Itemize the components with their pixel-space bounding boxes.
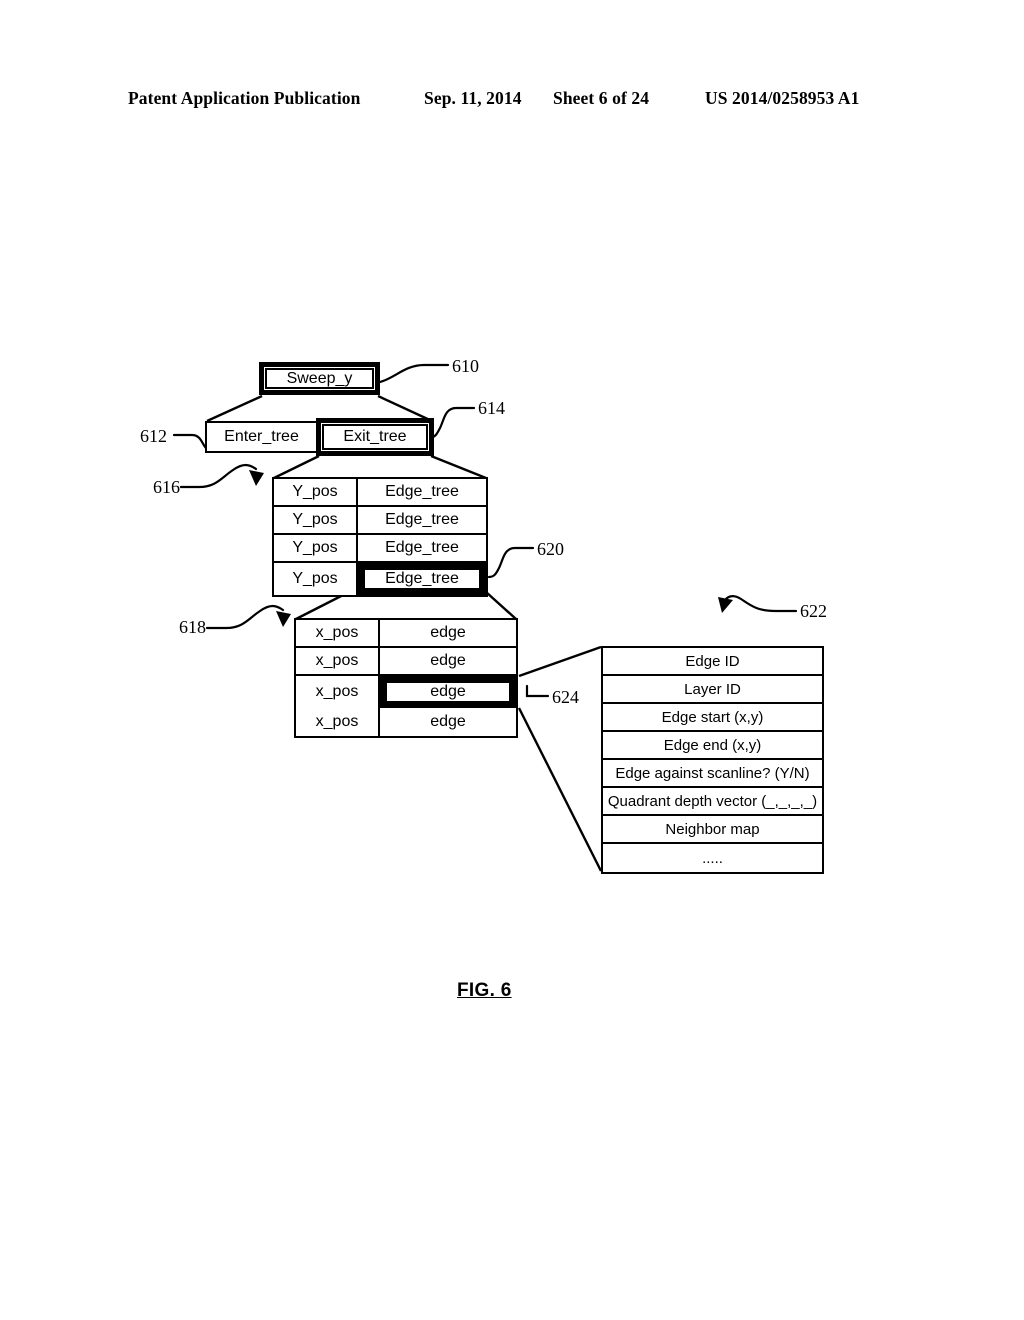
reference-numeral-612: 612	[140, 426, 167, 446]
y-pos-cell: Y_pos	[274, 507, 358, 533]
table-row[interactable]: x_pos edge	[296, 708, 516, 736]
reference-numeral-620: 620	[537, 539, 564, 559]
table-row: Neighbor map	[603, 816, 822, 844]
figure-6-diagram: Sweep_y Enter_tree Exit_tree Y_pos Edge_…	[0, 0, 1024, 1320]
node-sweep-y[interactable]: Sweep_y	[259, 362, 380, 395]
edge-against-scanline-field: Edge against scanline? (Y/N)	[603, 760, 822, 786]
x-pos-cell: x_pos	[296, 648, 380, 674]
edge-start-field: Edge start (x,y)	[603, 704, 822, 730]
table-row[interactable]: Y_pos Edge_tree	[274, 535, 486, 563]
table-row: .....	[603, 844, 822, 872]
y-pos-cell: Y_pos	[274, 563, 358, 595]
y-pos-cell: Y_pos	[274, 535, 358, 561]
table-row[interactable]: x_pos edge	[296, 648, 516, 676]
edge-cell[interactable]: edge	[380, 708, 516, 736]
y-pos-cell: Y_pos	[274, 479, 358, 505]
reference-numeral-616: 616	[153, 477, 180, 497]
layer-id-field: Layer ID	[603, 676, 822, 702]
ellipsis-field: .....	[603, 844, 822, 872]
x-position-edge-table: x_pos edge x_pos edge x_pos edge x_pos e…	[294, 618, 518, 738]
node-enter-tree-label: Enter_tree	[224, 428, 299, 445]
table-row[interactable]: Y_pos Edge_tree	[274, 479, 486, 507]
quadrant-depth-vector-field: Quadrant depth vector (_,_,_,_)	[603, 788, 822, 814]
edge-id-field: Edge ID	[603, 648, 822, 674]
table-row[interactable]: x_pos edge	[296, 676, 516, 708]
reference-numeral-624: 624	[552, 687, 579, 707]
edge-tree-cell[interactable]: Edge_tree	[358, 535, 486, 561]
table-row: Edge start (x,y)	[603, 704, 822, 732]
table-row: Edge end (x,y)	[603, 732, 822, 760]
table-row: Quadrant depth vector (_,_,_,_)	[603, 788, 822, 816]
table-row[interactable]: Y_pos Edge_tree	[274, 507, 486, 535]
reference-numeral-610: 610	[452, 356, 479, 376]
node-exit-tree[interactable]: Exit_tree	[316, 418, 434, 456]
table-row: Layer ID	[603, 676, 822, 704]
x-pos-cell: x_pos	[296, 676, 380, 708]
x-pos-cell: x_pos	[296, 708, 380, 736]
edge-cell-selected[interactable]: edge	[380, 676, 516, 708]
node-enter-tree[interactable]: Enter_tree	[205, 421, 318, 453]
edge-tree-cell-selected[interactable]: Edge_tree	[358, 563, 486, 595]
table-row[interactable]: x_pos edge	[296, 620, 516, 648]
node-exit-tree-label: Exit_tree	[322, 424, 428, 450]
edge-tree-cell-selected-label: Edge_tree	[363, 568, 481, 590]
edge-cell-selected-label: edge	[385, 681, 511, 703]
node-sweep-y-label: Sweep_y	[265, 368, 374, 389]
table-row: Edge ID	[603, 648, 822, 676]
edge-end-field: Edge end (x,y)	[603, 732, 822, 758]
x-pos-cell: x_pos	[296, 620, 380, 646]
edge-tree-cell[interactable]: Edge_tree	[358, 479, 486, 505]
table-row: Edge against scanline? (Y/N)	[603, 760, 822, 788]
edge-cell[interactable]: edge	[380, 648, 516, 674]
edge-cell[interactable]: edge	[380, 620, 516, 646]
neighbor-map-field: Neighbor map	[603, 816, 822, 842]
reference-numeral-622: 622	[800, 601, 827, 621]
edge-record-table: Edge ID Layer ID Edge start (x,y) Edge e…	[601, 646, 824, 874]
reference-numeral-618: 618	[179, 617, 206, 637]
edge-tree-cell[interactable]: Edge_tree	[358, 507, 486, 533]
table-row[interactable]: Y_pos Edge_tree	[274, 563, 486, 595]
y-position-edge-tree-table: Y_pos Edge_tree Y_pos Edge_tree Y_pos Ed…	[272, 477, 488, 597]
reference-numeral-614: 614	[478, 398, 505, 418]
figure-caption: FIG. 6	[457, 980, 512, 1001]
